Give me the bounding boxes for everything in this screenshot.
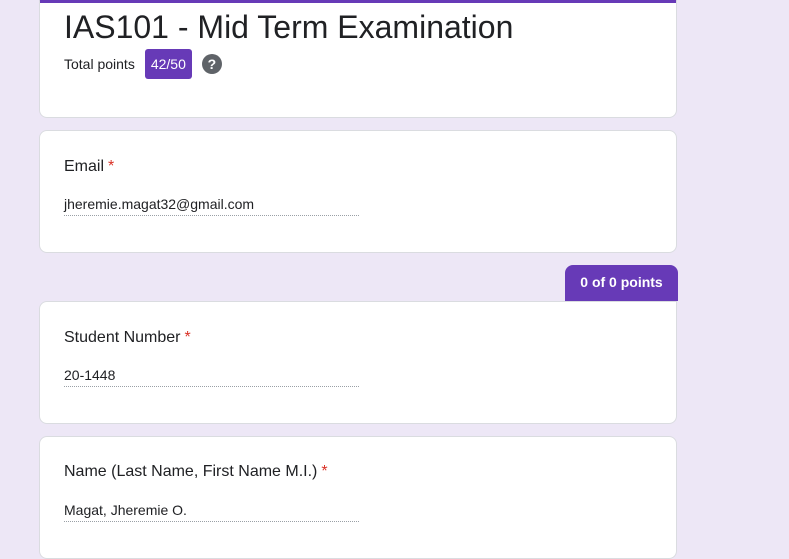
required-asterisk: *: [321, 463, 328, 480]
name-answer: Magat, Jheremie O.: [64, 502, 359, 522]
question-title: Name (Last Name, First Name M.I.): [64, 463, 318, 480]
form-header-card: IAS101 - Mid Term Examination Total poin…: [39, 0, 677, 118]
student-number-answer: 20-1448: [64, 367, 359, 387]
total-points-row: Total points 42/50 ?: [64, 49, 222, 79]
help-icon[interactable]: ?: [201, 54, 222, 74]
required-asterisk: *: [184, 329, 191, 346]
total-points-label: Total points: [64, 56, 135, 72]
section-points-tab: 0 of 0 points: [565, 265, 678, 301]
total-points-badge: 42/50: [144, 49, 192, 79]
form-title: IAS101 - Mid Term Examination: [64, 9, 514, 45]
question-label-name: Name (Last Name, First Name M.I.) *: [64, 463, 328, 481]
question-card-name: Name (Last Name, First Name M.I.) * Magat…: [39, 436, 677, 559]
email-answer: jheremie.magat32@gmail.com: [64, 196, 359, 216]
question-label-email: Email *: [64, 158, 114, 176]
question-card-email: Email * jheremie.magat32@gmail.com: [39, 130, 677, 253]
question-title: Email: [64, 158, 105, 175]
required-asterisk: *: [108, 158, 115, 175]
question-title: Student Number: [64, 329, 181, 346]
question-label-student-number: Student Number *: [64, 329, 191, 347]
question-card-student-number: Student Number * 20-1448: [39, 301, 677, 424]
